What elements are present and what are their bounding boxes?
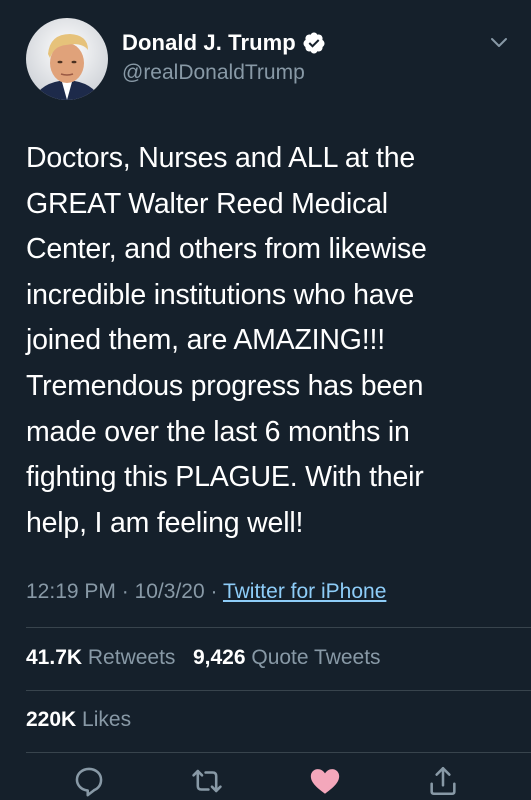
tweet-detail: Donald J. Trump @realDonaldTrump Doctors…	[0, 0, 531, 800]
avatar-image	[26, 18, 108, 100]
action-bar	[0, 764, 531, 800]
meta-separator: ·	[121, 580, 129, 603]
chevron-down-icon[interactable]	[489, 36, 509, 50]
retweet-icon[interactable]	[190, 764, 224, 798]
retweets-label: Retweets	[87, 646, 176, 669]
author-info: Donald J. Trump @realDonaldTrump	[122, 28, 326, 85]
quotes-count: 9,426	[192, 646, 246, 669]
retweet-stats: 41.7K Retweets 9,426 Quote Tweets	[26, 646, 381, 670]
like-icon[interactable]	[308, 764, 342, 798]
reply-icon[interactable]	[72, 764, 106, 798]
handle[interactable]: @realDonaldTrump	[122, 61, 326, 85]
retweets-stat[interactable]: 41.7K Retweets	[26, 646, 175, 669]
avatar[interactable]	[26, 18, 108, 100]
tweet-source-link[interactable]: Twitter for iPhone	[223, 580, 386, 603]
tweet-date[interactable]: 10/3/20	[135, 580, 205, 603]
divider	[26, 627, 531, 628]
quote-tweets-stat[interactable]: 9,426 Quote Tweets	[193, 646, 381, 669]
share-icon[interactable]	[426, 764, 460, 798]
tweet-metadata: 12:19 PM · 10/3/20 · Twitter for iPhone	[26, 580, 386, 604]
tweet-time: 12:19 PM	[26, 580, 116, 603]
likes-stat[interactable]: 220K Likes	[26, 708, 131, 732]
quotes-label: Quote Tweets	[251, 646, 381, 669]
divider	[26, 752, 531, 753]
likes-count: 220K	[26, 708, 77, 731]
likes-label: Likes	[82, 708, 132, 731]
meta-separator: ·	[210, 580, 218, 603]
tweet-text: Doctors, Nurses and ALL at the GREAT Wal…	[26, 142, 427, 539]
divider	[26, 690, 531, 691]
retweets-count: 41.7K	[26, 646, 83, 669]
verified-badge-icon	[303, 32, 325, 54]
display-name[interactable]: Donald J. Trump	[122, 30, 296, 56]
